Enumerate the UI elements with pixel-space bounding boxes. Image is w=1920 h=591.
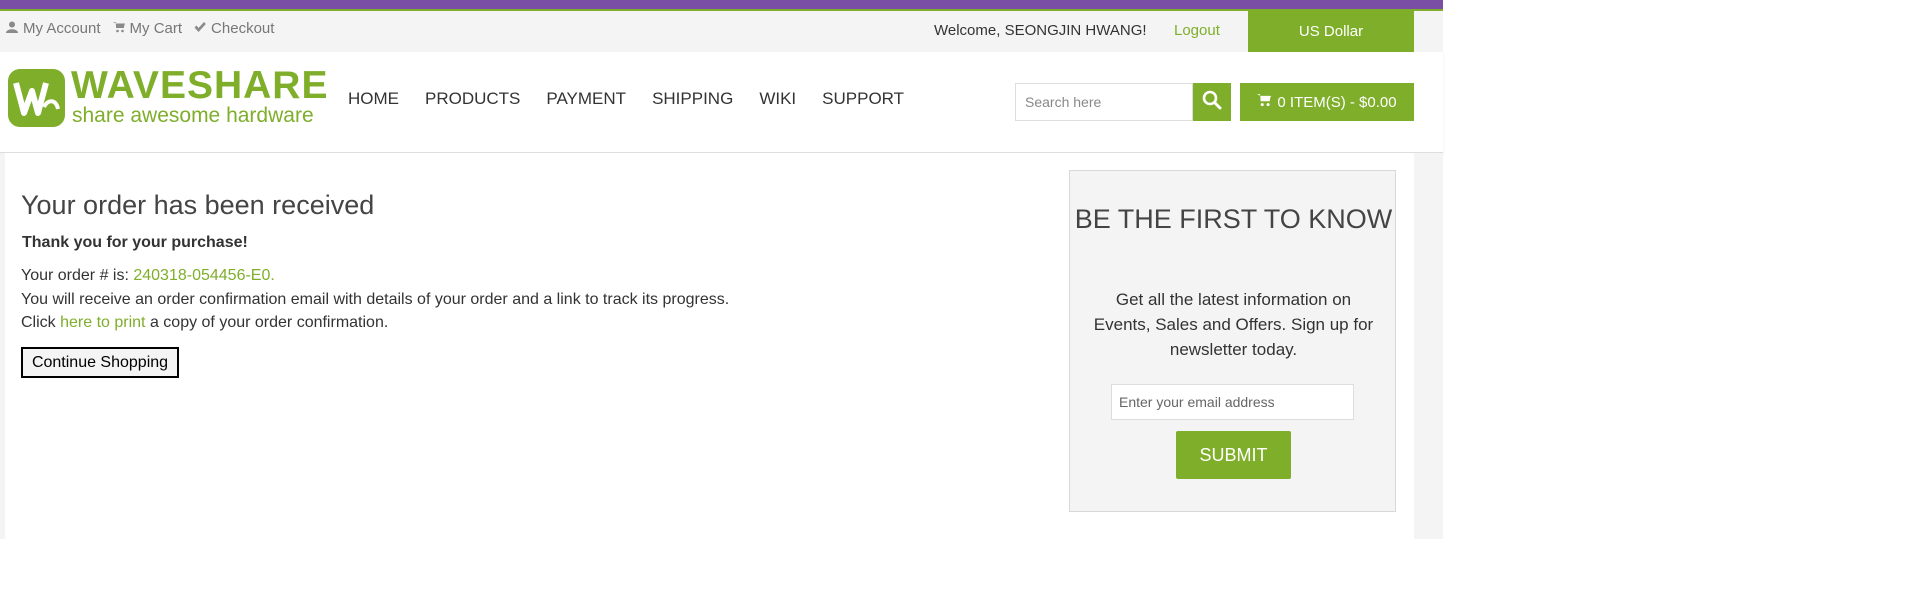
nav-shipping[interactable]: SHIPPING	[652, 89, 733, 109]
logo-tagline: share awesome hardware	[72, 104, 314, 127]
order-number-line: Your order # is: 240318-054456-E0.	[21, 267, 275, 285]
nav-wiki[interactable]: WIKI	[759, 89, 796, 109]
nav-products[interactable]: PRODUCTS	[425, 89, 520, 109]
logout-link[interactable]: Logout	[1174, 22, 1220, 39]
user-icon	[6, 20, 18, 37]
newsletter-title: BE THE FIRST TO KNOW	[1074, 204, 1393, 234]
check-icon	[194, 20, 206, 37]
my-cart-label: My Cart	[129, 20, 183, 37]
confirmation-text: You will receive an order confirmation e…	[21, 291, 730, 308]
my-account-link[interactable]: My Account	[6, 20, 101, 37]
cart-summary: 0 ITEM(S) - $0.00	[1277, 93, 1397, 111]
main-nav: HOME PRODUCTS PAYMENT SHIPPING WIKI SUPP…	[348, 89, 904, 109]
top-accent-bar	[0, 0, 1443, 9]
print-line: Click here to print a copy of your order…	[21, 314, 388, 332]
waveshare-logo[interactable]: WAVESHARE share awesome hardware	[8, 64, 328, 129]
account-links: My Account My Cart Checkout	[6, 20, 274, 37]
order-number-suffix: .	[270, 267, 275, 284]
search-icon	[1202, 90, 1222, 115]
order-number-link[interactable]: 240318-054456-E0	[133, 267, 270, 284]
welcome-text: Welcome, SEONGJIN HWANG!	[934, 22, 1147, 39]
logo-wordmark: WAVESHARE	[71, 64, 329, 107]
print-link[interactable]: here to print	[60, 314, 145, 331]
thank-you-text: Thank you for your purchase!	[22, 234, 248, 251]
nav-support[interactable]: SUPPORT	[822, 89, 904, 109]
header: WAVESHARE share awesome hardware HOME PR…	[0, 52, 1443, 153]
my-account-label: My Account	[23, 20, 101, 37]
newsletter-box: BE THE FIRST TO KNOW Get all the latest …	[1069, 170, 1396, 512]
checkout-link[interactable]: Checkout	[194, 20, 274, 37]
nav-home[interactable]: HOME	[348, 89, 399, 109]
page-title: Your order has been received	[21, 190, 375, 220]
cart-icon	[1257, 93, 1272, 111]
newsletter-email-input[interactable]	[1111, 384, 1354, 420]
cart-icon	[112, 20, 125, 37]
search-button[interactable]	[1193, 83, 1231, 121]
page: My Account My Cart Checkout Welcome, SEO…	[0, 0, 1443, 539]
top-bar: My Account My Cart Checkout Welcome, SEO…	[0, 11, 1443, 52]
print-prefix: Click	[21, 314, 61, 331]
checkout-label: Checkout	[211, 20, 275, 37]
nav-payment[interactable]: PAYMENT	[546, 89, 626, 109]
order-number-prefix: Your order # is:	[21, 267, 134, 284]
right-frame	[1414, 153, 1443, 539]
currency-selector[interactable]: US Dollar	[1248, 11, 1414, 52]
newsletter-text: Get all the latest information on Events…	[1093, 290, 1374, 359]
my-cart-link[interactable]: My Cart	[112, 20, 183, 37]
header-cart-button[interactable]: 0 ITEM(S) - $0.00	[1240, 83, 1414, 121]
newsletter-submit-button[interactable]: SUBMIT	[1176, 431, 1291, 479]
search-input[interactable]	[1015, 83, 1193, 121]
continue-shopping-button[interactable]: Continue Shopping	[21, 347, 179, 378]
print-suffix: a copy of your order confirmation.	[145, 314, 389, 331]
logo-mark-icon	[8, 69, 65, 127]
